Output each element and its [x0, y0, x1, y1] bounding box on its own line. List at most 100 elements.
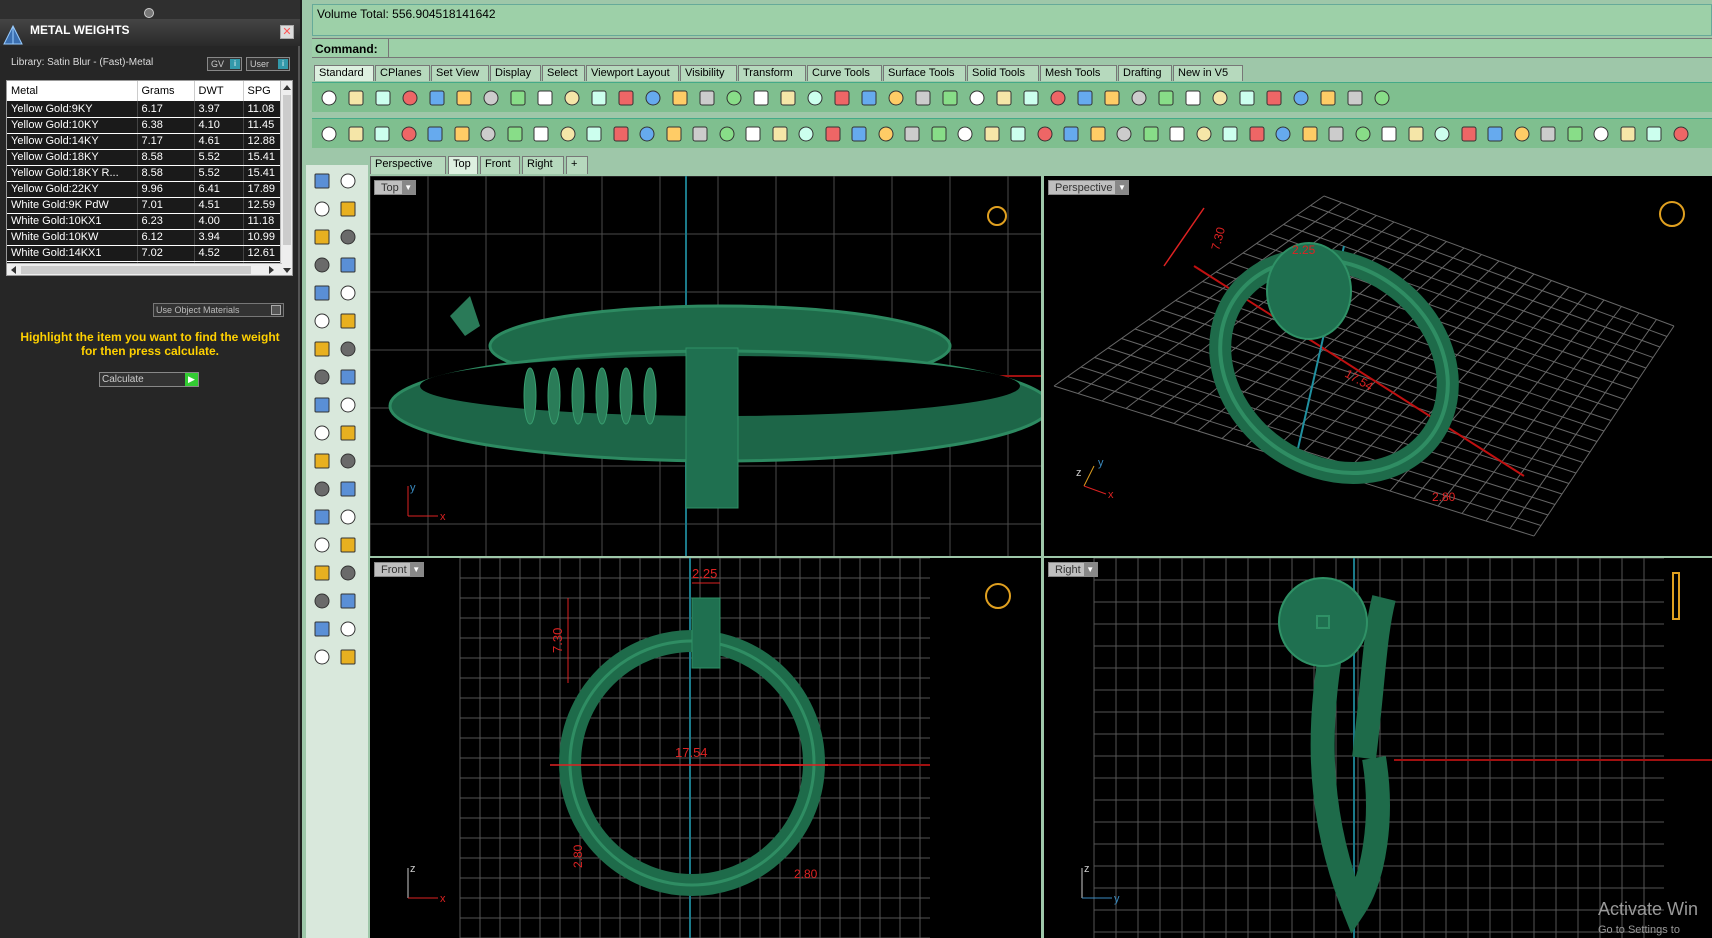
- solid-tool-icon[interactable]: [771, 125, 789, 143]
- solid-tool-icon[interactable]: [1142, 125, 1160, 143]
- side-tool-icon[interactable]: [338, 171, 358, 191]
- standard-tool-icon[interactable]: [428, 89, 446, 107]
- solid-tool-icon[interactable]: [1301, 125, 1319, 143]
- solid-tool-icon[interactable]: [718, 125, 736, 143]
- solid-tool-icon[interactable]: [1592, 125, 1610, 143]
- solid-tool-icon[interactable]: [1115, 125, 1133, 143]
- toolbar-tab-transform[interactable]: Transform: [738, 65, 806, 81]
- toolbar-tab-cplanes[interactable]: CPlanes: [375, 65, 430, 81]
- standard-tool-icon[interactable]: [995, 89, 1013, 107]
- toolbar-tab-solid-tools[interactable]: Solid Tools: [967, 65, 1039, 81]
- solid-tool-icon[interactable]: [453, 125, 471, 143]
- side-tool-icon[interactable]: [312, 199, 332, 219]
- table-row[interactable]: White Gold:10KW 6.12 3.94 10.99: [7, 229, 282, 246]
- standard-tool-icon[interactable]: [1238, 89, 1256, 107]
- standard-tool-icon[interactable]: [1292, 89, 1310, 107]
- side-tool-icon[interactable]: [338, 395, 358, 415]
- standard-tool-icon[interactable]: [1103, 89, 1121, 107]
- solid-tool-icon[interactable]: [426, 125, 444, 143]
- solid-tool-icon[interactable]: [691, 125, 709, 143]
- table-row[interactable]: Yellow Gold:22KY 9.96 6.41 17.89: [7, 181, 282, 198]
- solid-tool-icon[interactable]: [1539, 125, 1557, 143]
- standard-tool-icon[interactable]: [1346, 89, 1364, 107]
- viewport-front[interactable]: 17.54 2.25 7.30 2.80 2.80 z x Front ▼: [370, 558, 1041, 938]
- side-tool-icon[interactable]: [338, 507, 358, 527]
- side-tool-icon[interactable]: [338, 591, 358, 611]
- standard-tool-icon[interactable]: [833, 89, 851, 107]
- side-tool-icon[interactable]: [312, 283, 332, 303]
- standard-tool-icon[interactable]: [806, 89, 824, 107]
- solid-tool-icon[interactable]: [479, 125, 497, 143]
- side-tool-icon[interactable]: [312, 367, 332, 387]
- toolbar-tab-surface-tools[interactable]: Surface Tools: [883, 65, 966, 81]
- calculate-button[interactable]: Calculate ▶: [99, 372, 199, 387]
- solid-tool-icon[interactable]: [1433, 125, 1451, 143]
- panel-close-button[interactable]: ✕: [280, 25, 294, 39]
- solid-tool-icon[interactable]: [956, 125, 974, 143]
- viewport-tab-right[interactable]: Right: [522, 156, 564, 174]
- solid-tool-icon[interactable]: [1274, 125, 1292, 143]
- standard-tool-icon[interactable]: [563, 89, 581, 107]
- toolbar-tab-new-in-v5[interactable]: New in V5: [1173, 65, 1243, 81]
- solid-tool-icon[interactable]: [1168, 125, 1186, 143]
- solid-tool-icon[interactable]: [506, 125, 524, 143]
- column-header-dwt[interactable]: DWT: [194, 81, 244, 101]
- metals-table[interactable]: Metal Grams DWT SPG Yellow Gold:9KY 6.17 3…: [6, 80, 293, 276]
- side-tool-icon[interactable]: [312, 451, 332, 471]
- toolbar-tab-curve-tools[interactable]: Curve Tools: [807, 65, 882, 81]
- solid-tool-icon[interactable]: [320, 125, 338, 143]
- side-tool-icon[interactable]: [338, 311, 358, 331]
- column-header-spg[interactable]: SPG: [243, 81, 282, 101]
- side-tool-icon[interactable]: [312, 339, 332, 359]
- side-tool-icon[interactable]: [312, 647, 332, 667]
- toolbar-tab-select[interactable]: Select: [542, 65, 585, 81]
- standard-tool-icon[interactable]: [644, 89, 662, 107]
- standard-tool-icon[interactable]: [509, 89, 527, 107]
- solid-tool-icon[interactable]: [1619, 125, 1637, 143]
- solid-tool-icon[interactable]: [1195, 125, 1213, 143]
- standard-tool-icon[interactable]: [1265, 89, 1283, 107]
- right-viewport-label[interactable]: Right ▼: [1048, 562, 1098, 577]
- toolbar-tab-drafting[interactable]: Drafting: [1118, 65, 1172, 81]
- standard-tool-icon[interactable]: [590, 89, 608, 107]
- solid-tool-icon[interactable]: [1460, 125, 1478, 143]
- side-tool-icon[interactable]: [338, 199, 358, 219]
- viewport-tab-front[interactable]: Front: [480, 156, 520, 174]
- standard-tool-icon[interactable]: [752, 89, 770, 107]
- standard-tool-icon[interactable]: [455, 89, 473, 107]
- standard-tool-icon[interactable]: [779, 89, 797, 107]
- side-tool-icon[interactable]: [338, 255, 358, 275]
- solid-tool-icon[interactable]: [1036, 125, 1054, 143]
- side-tool-icon[interactable]: [338, 535, 358, 555]
- toolbar-tab-set-view[interactable]: Set View: [431, 65, 489, 81]
- solid-tool-icon[interactable]: [744, 125, 762, 143]
- viewport-tab-perspective[interactable]: Perspective: [370, 156, 446, 174]
- solid-tool-icon[interactable]: [1062, 125, 1080, 143]
- solid-tool-icon[interactable]: [1566, 125, 1584, 143]
- side-tool-icon[interactable]: [312, 535, 332, 555]
- standard-tool-icon[interactable]: [1049, 89, 1067, 107]
- solid-tool-icon[interactable]: [1354, 125, 1372, 143]
- standard-tool-icon[interactable]: [1211, 89, 1229, 107]
- table-vertical-scrollbar[interactable]: [280, 81, 292, 275]
- side-tool-icon[interactable]: [338, 227, 358, 247]
- side-tool-icon[interactable]: [312, 507, 332, 527]
- table-row[interactable]: Yellow Gold:18KY R... 8.58 5.52 15.41: [7, 165, 282, 182]
- table-row[interactable]: White Gold:10KX1 6.23 4.00 11.18: [7, 213, 282, 230]
- standard-tool-icon[interactable]: [671, 89, 689, 107]
- table-row[interactable]: Yellow Gold:14KY 7.17 4.61 12.88: [7, 133, 282, 150]
- standard-tool-icon[interactable]: [401, 89, 419, 107]
- standard-tool-icon[interactable]: [860, 89, 878, 107]
- standard-tool-icon[interactable]: [1373, 89, 1391, 107]
- column-header-grams[interactable]: Grams: [137, 81, 195, 101]
- toolbar-tab-standard[interactable]: Standard: [314, 65, 374, 81]
- perspective-viewport-label[interactable]: Perspective ▼: [1048, 180, 1130, 195]
- side-tool-icon[interactable]: [338, 451, 358, 471]
- standard-tool-icon[interactable]: [968, 89, 986, 107]
- solid-tool-icon[interactable]: [532, 125, 550, 143]
- solid-tool-icon[interactable]: [1089, 125, 1107, 143]
- standard-tool-icon[interactable]: [1184, 89, 1202, 107]
- side-tool-icon[interactable]: [338, 339, 358, 359]
- use-object-materials-checkbox[interactable]: Use Object Materials: [153, 303, 284, 317]
- column-header-metal[interactable]: Metal: [7, 81, 138, 101]
